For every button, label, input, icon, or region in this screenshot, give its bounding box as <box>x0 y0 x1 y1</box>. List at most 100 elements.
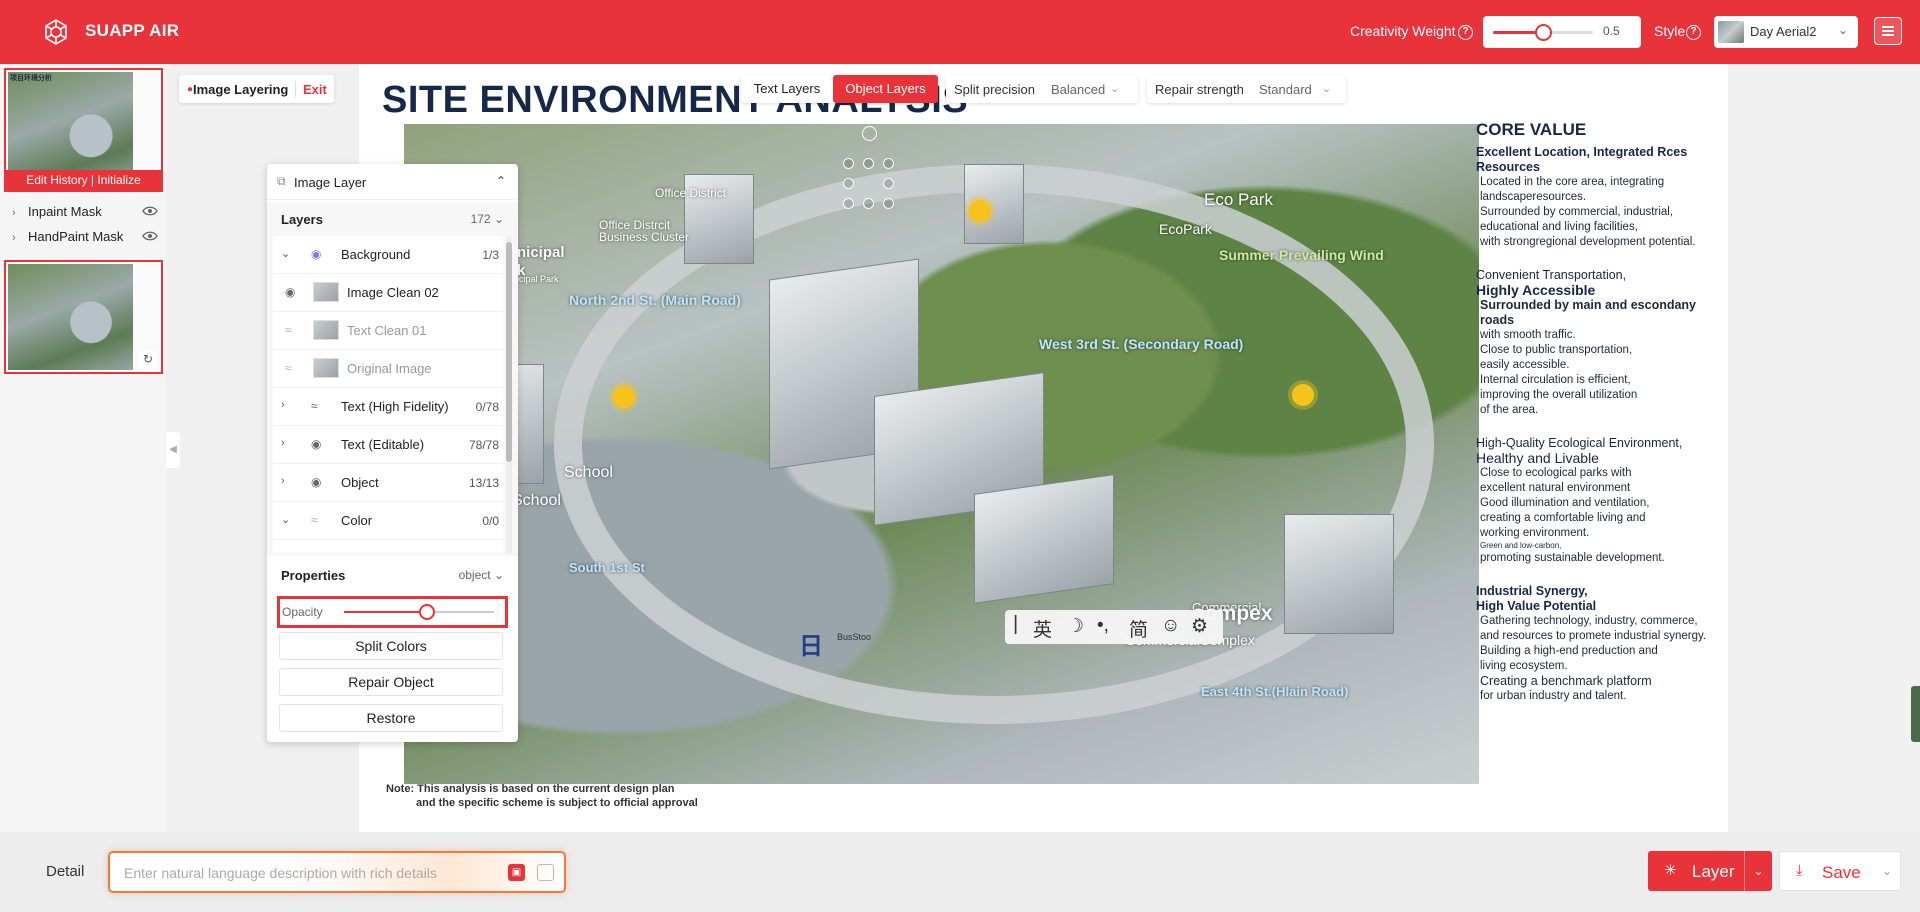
layer-row-background[interactable]: ⌄ ◉ Background 1/3 <box>273 236 503 274</box>
slider-track[interactable] <box>1493 24 1593 41</box>
menu-button[interactable] <box>1874 17 1902 45</box>
eye-hidden-icon[interactable]: ≈ <box>311 513 318 527</box>
section-title: Industrial Synergy, <box>1476 584 1588 598</box>
scrollbar-thumb[interactable] <box>506 242 512 462</box>
layer-row-text-editable[interactable]: › ◉ Text (Editable) 78/78 <box>273 426 503 464</box>
checkbox[interactable] <box>537 864 554 881</box>
canvas[interactable]: SITE ENVIRONMENT ANALYSIS Eco Park EcoPa… <box>359 64 1728 832</box>
side-drawer-tab[interactable] <box>1911 686 1920 742</box>
split-precision-select[interactable]: Split precision Balanced ⌄ <box>946 75 1138 103</box>
refresh-icon[interactable]: ↻ <box>139 350 157 368</box>
ime-simplified-toggle[interactable]: 简 <box>1129 615 1148 642</box>
mask-row-handpaint[interactable]: › HandPaint Mask <box>12 229 162 244</box>
ime-divider: | <box>1013 613 1019 635</box>
building-block <box>1284 514 1394 634</box>
section-item: with smooth traffic. <box>1480 329 1576 341</box>
exit-button[interactable]: Exit <box>303 82 327 97</box>
resize-handle[interactable] <box>843 198 854 209</box>
object-layers-tab[interactable]: Object Layers <box>833 75 938 103</box>
eye-icon[interactable]: ◉ <box>311 247 321 261</box>
mode-label: Image Layering <box>193 82 289 97</box>
history-thumbnail-1[interactable]: 项目环境分析 Edit History | Initialize <box>4 68 163 192</box>
layer-row-text-hifi[interactable]: › ≈ Text (High Fidelity) 0/78 <box>273 388 503 426</box>
edit-history-banner[interactable]: Edit History | Initialize <box>6 170 161 190</box>
punctuation-icon[interactable]: •, <box>1097 615 1109 637</box>
creativity-weight-slider[interactable]: 0.5 <box>1483 16 1641 48</box>
chevron-right-icon[interactable]: › <box>12 232 28 244</box>
layer-row-color[interactable]: ⌄ ≈ Color 0/0 <box>273 502 503 540</box>
eye-icon[interactable] <box>142 204 158 218</box>
section-item: Close to public transportation, <box>1480 344 1633 356</box>
opacity-slider[interactable] <box>344 604 494 620</box>
split-colors-button[interactable]: Split Colors <box>279 632 503 660</box>
section-item: easily accessible. <box>1480 359 1570 371</box>
resize-handle[interactable] <box>883 178 894 189</box>
eye-hidden-icon[interactable]: ≈ <box>285 323 292 337</box>
layer-row-image-clean[interactable]: ◉ Image Clean 02 <box>273 274 503 312</box>
chevron-up-icon[interactable]: ⌃ <box>496 174 506 188</box>
slider-fill <box>344 611 427 613</box>
panel-header[interactable]: ⧉ Image Layer ⌃ <box>267 164 518 200</box>
slider-handle[interactable] <box>418 604 435 620</box>
eye-icon[interactable] <box>142 229 158 243</box>
chevron-down-icon[interactable]: ⌄ <box>1744 851 1772 891</box>
layer-name: Text (Editable) <box>341 437 425 452</box>
chevron-down-icon: ⌄ <box>1837 23 1848 37</box>
sun-icon <box>969 200 991 222</box>
layers-count[interactable]: 172 ⌄ <box>471 212 504 226</box>
layer-name: Text (High Fidelity) <box>341 399 449 414</box>
emoji-icon[interactable]: ☺ <box>1161 615 1180 637</box>
layer-list-scrollbar[interactable] <box>506 236 512 554</box>
map-label: EcoPark <box>1159 221 1212 237</box>
repair-strength-select[interactable]: Repair strength Standard ⌄ <box>1147 75 1346 103</box>
save-button[interactable]: ⤓ Save ⌄ <box>1779 851 1901 891</box>
chevron-right-icon[interactable]: › <box>281 399 295 411</box>
chevron-down-icon[interactable]: ⌄ <box>281 247 295 260</box>
slider-handle[interactable] <box>1535 24 1552 41</box>
ime-english-toggle[interactable]: 英 <box>1033 615 1052 642</box>
moon-icon[interactable]: ☽ <box>1067 615 1084 638</box>
collapse-panel-handle[interactable]: ◀ <box>166 432 180 468</box>
logo-icon <box>45 19 67 45</box>
eye-icon[interactable]: ◉ <box>311 475 321 489</box>
chevron-right-icon[interactable]: › <box>281 437 295 449</box>
eye-icon[interactable]: ◉ <box>285 285 295 299</box>
resize-handle[interactable] <box>883 158 894 169</box>
selection-handles[interactable] <box>843 158 894 209</box>
repair-object-button[interactable]: Repair Object <box>279 668 503 696</box>
layer-button[interactable]: ✳ Layer ⌄ <box>1648 851 1772 891</box>
layer-row-text-clean[interactable]: ≈ Text Clean 01 <box>273 312 503 350</box>
section-item: working environment. <box>1480 527 1590 539</box>
eye-hidden-icon[interactable]: ≈ <box>311 399 318 413</box>
mask-row-inpaint[interactable]: › Inpaint Mask <box>12 204 162 219</box>
map-label: Office District <box>655 186 727 200</box>
history-thumbnail-2[interactable]: ↻ <box>4 260 163 374</box>
prompt-input[interactable] <box>124 863 504 883</box>
chevron-down-icon[interactable]: ⌄ <box>281 513 295 526</box>
help-icon[interactable]: ? <box>1458 25 1473 40</box>
layer-name: Image Clean 02 <box>347 285 439 300</box>
style-select[interactable]: Day Aerial2 ⌄ <box>1714 16 1858 48</box>
help-icon[interactable]: ? <box>1686 25 1701 40</box>
resize-handle[interactable] <box>863 198 874 209</box>
resize-handle[interactable] <box>843 158 854 169</box>
image-upload-icon[interactable]: ▣ <box>508 864 525 881</box>
eye-icon[interactable]: ◉ <box>311 437 321 451</box>
chevron-right-icon[interactable]: › <box>12 207 28 219</box>
bus-stop-icon: 日 <box>799 633 823 660</box>
properties-select[interactable]: object ⌄ <box>459 568 504 582</box>
chevron-right-icon[interactable]: › <box>281 475 295 487</box>
layer-row-original[interactable]: ≈ Original Image <box>273 350 503 388</box>
rotate-handle[interactable] <box>862 126 877 141</box>
layer-row-object[interactable]: › ◉ Object 13/13 <box>273 464 503 502</box>
gear-icon[interactable]: ⚙ <box>1191 615 1208 638</box>
resize-handle[interactable] <box>863 158 874 169</box>
restore-button[interactable]: Restore <box>279 704 503 732</box>
text-layers-tab[interactable]: Text Layers <box>741 75 833 103</box>
eye-hidden-icon[interactable]: ≈ <box>285 361 292 375</box>
resize-handle[interactable] <box>883 198 894 209</box>
hamburger-icon <box>1882 26 1894 28</box>
download-icon: ⤓ <box>1796 862 1803 879</box>
chevron-down-icon[interactable]: ⌄ <box>1874 852 1900 890</box>
resize-handle[interactable] <box>843 178 854 189</box>
